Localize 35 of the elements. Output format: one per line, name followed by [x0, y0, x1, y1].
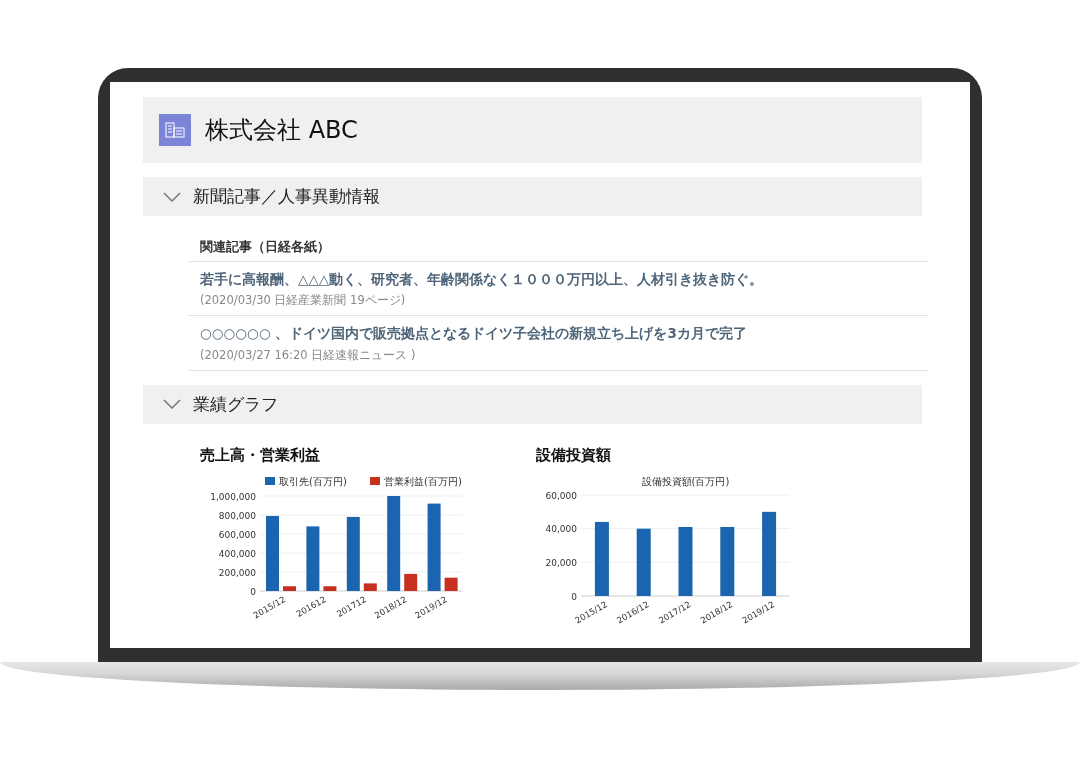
legend-label: 営業利益(百万円)	[384, 476, 462, 488]
axis-label: 60,000	[545, 490, 577, 501]
chart-heading: 売上高・営業利益	[200, 444, 321, 466]
legend-item: 営業利益(百万円)	[370, 476, 462, 488]
article-link[interactable]: 若手に高報酬、△△△動く、研究者、年齢関係なく１０００万円以上、人材引き抜き防ぐ。	[200, 268, 916, 289]
axis-label: 600,000	[218, 529, 256, 540]
bar	[323, 586, 337, 592]
axis-label: 40,000	[545, 524, 577, 535]
axis-label: 1,000,000	[210, 491, 256, 502]
bar	[306, 526, 320, 592]
axis-label: 400,000	[218, 548, 256, 559]
chart-title: 設備投資額(百万円)	[641, 476, 730, 488]
subheading: 関連記事（日経各紙）	[188, 238, 928, 262]
axis-label: 0	[571, 591, 577, 602]
bar	[720, 527, 735, 597]
bar	[678, 527, 693, 597]
axis-label: 0	[250, 586, 256, 597]
company-name: 株式会社 ABC	[205, 115, 358, 146]
article-source: (2020/03/27 16:20 日経速報ニュース )	[200, 346, 417, 364]
article-link[interactable]: ○○○○○○ 、ドイツ国内で販売拠点となるドイツ子会社の新規立ち上げを3カ月で完了	[200, 323, 916, 344]
axis-label: 20,000	[545, 558, 577, 569]
axis-label: 800,000	[218, 510, 256, 521]
bar	[636, 528, 651, 597]
section-title: 新聞記事／人事異動情報	[193, 184, 380, 208]
legend-label: 取引先(百万円)	[279, 476, 347, 488]
section-title: 業績グラフ	[193, 392, 278, 416]
legend-item: 取引先(百万円)	[265, 476, 347, 488]
bar	[444, 577, 458, 592]
chart-heading: 設備投資額	[536, 444, 612, 466]
bar	[363, 583, 377, 592]
bar	[404, 574, 418, 592]
bar	[283, 586, 296, 592]
building-icon	[159, 114, 191, 146]
axis-label: 200,000	[218, 567, 256, 578]
article-source: (2020/03/30 日経産業新聞 19ページ)	[200, 292, 407, 309]
